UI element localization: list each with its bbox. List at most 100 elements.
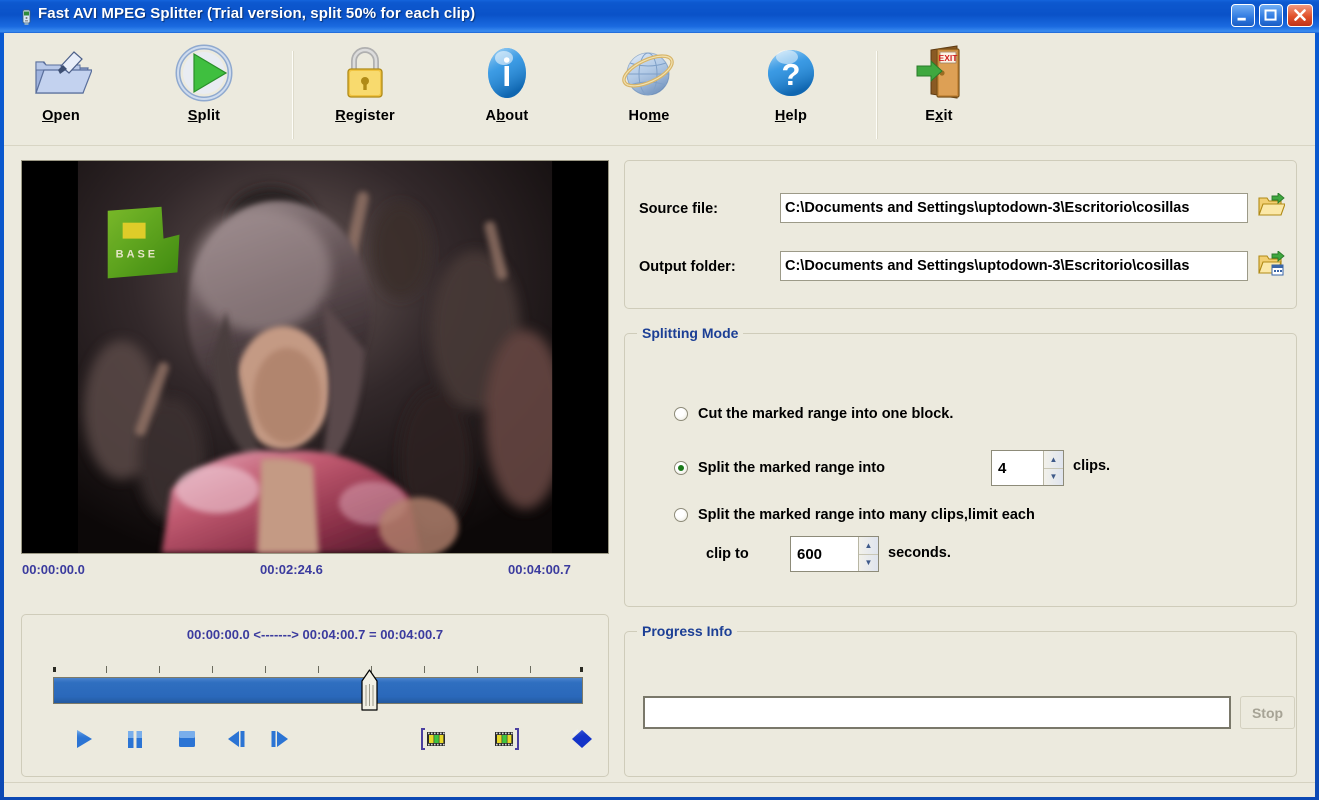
clips-count-stepper[interactable]: ▲ ▼ xyxy=(991,450,1064,486)
slider-track[interactable] xyxy=(53,677,583,704)
stop-button[interactable]: Stop xyxy=(1240,696,1295,729)
minimize-button[interactable] xyxy=(1231,4,1255,27)
radio-row-one-block[interactable]: Cut the marked range into one block. xyxy=(674,406,953,422)
toolbar-separator-1 xyxy=(292,51,294,139)
open-folder-calendar-icon xyxy=(1257,249,1285,282)
browse-source-button[interactable] xyxy=(1255,191,1287,224)
toolbar-label-split: Split xyxy=(187,108,221,124)
radio-label-by-seconds: Split the marked range into many clips,l… xyxy=(698,507,1035,523)
radio-one-block[interactable] xyxy=(674,407,688,421)
splitting-mode-group: Splitting Mode Cut the marked range into… xyxy=(624,325,1297,607)
source-file-label: Source file: xyxy=(639,201,718,217)
files-group: Source file: Output folder: xyxy=(624,160,1297,309)
title-bar: Fast AVI MPEG Splitter (Trial version, s… xyxy=(0,0,1319,33)
video-frame: BASE xyxy=(22,161,608,553)
toolbar-button-about[interactable]: About xyxy=(459,40,555,142)
radio-row-by-seconds[interactable]: Split the marked range into many clips,l… xyxy=(674,507,1035,523)
close-button[interactable] xyxy=(1287,4,1313,27)
video-time-end: 00:04:00.7 xyxy=(508,562,571,577)
toolbar: Open Split Register About Home ? Help EX… xyxy=(4,33,1315,146)
radio-label-one-block: Cut the marked range into one block. xyxy=(698,406,954,422)
svg-text:EXIT: EXIT xyxy=(939,53,959,63)
clips-count-increment[interactable]: ▲ xyxy=(1044,451,1063,469)
clips-count-input[interactable] xyxy=(992,451,1043,485)
slider-thumb[interactable] xyxy=(361,669,378,711)
radio-label-n-clips: Split the marked range into xyxy=(698,460,885,476)
clip-to-label: clip to xyxy=(706,546,749,562)
toolbar-button-open[interactable]: Open xyxy=(13,40,109,142)
open-folder-icon xyxy=(1257,191,1286,224)
clips-count-decrement[interactable]: ▼ xyxy=(1044,469,1063,486)
progress-info-title: Progress Info xyxy=(637,623,738,639)
radio-by-seconds[interactable] xyxy=(674,508,688,522)
play-icon xyxy=(73,728,95,755)
application-window: Fast AVI MPEG Splitter (Trial version, s… xyxy=(0,0,1319,800)
padlock-icon xyxy=(317,40,413,106)
timeline-slider[interactable] xyxy=(53,664,583,714)
svg-text:BASE: BASE xyxy=(116,249,158,261)
clips-suffix-label: clips. xyxy=(1073,458,1111,474)
trim-panel: 00:00:00.0 <-------> 00:04:00.7 = 00:04:… xyxy=(21,614,609,777)
clear-marks-button[interactable] xyxy=(566,725,598,757)
toolbar-label-help: Help xyxy=(774,108,808,124)
globe-icon xyxy=(601,40,697,106)
pause-button[interactable] xyxy=(119,725,151,757)
seconds-suffix-label: seconds. xyxy=(888,545,951,561)
video-time-current: 00:02:24.6 xyxy=(260,562,323,577)
play-circle-icon xyxy=(156,40,252,106)
previous-frame-icon xyxy=(225,728,247,755)
window-title: Fast AVI MPEG Splitter (Trial version, s… xyxy=(38,5,476,22)
source-file-input[interactable] xyxy=(780,193,1248,223)
seconds-limit-increment[interactable]: ▲ xyxy=(859,537,878,555)
mark-start-icon xyxy=(421,727,447,756)
svg-text:?: ? xyxy=(782,57,801,92)
pause-icon xyxy=(124,728,146,755)
toolbar-label-open: Open xyxy=(42,108,80,124)
question-mark-icon: ? xyxy=(743,40,839,106)
exit-door-icon: EXIT xyxy=(891,40,987,106)
clips-count-spin-buttons: ▲ ▼ xyxy=(1043,451,1063,485)
previous-frame-button[interactable] xyxy=(220,725,252,757)
toolbar-button-register[interactable]: Register xyxy=(317,40,413,142)
radio-n-clips[interactable] xyxy=(674,461,688,475)
slider-tick-marks xyxy=(53,664,583,674)
play-button[interactable] xyxy=(68,725,100,757)
toolbar-button-exit[interactable]: EXIT Exit xyxy=(891,40,987,142)
output-folder-label: Output folder: xyxy=(639,259,736,275)
seconds-limit-spin-buttons: ▲ ▼ xyxy=(858,537,878,571)
splitting-mode-title: Splitting Mode xyxy=(637,325,744,341)
toolbar-button-split[interactable]: Split xyxy=(156,40,252,142)
client-area: Open Split Register About Home ? Help EX… xyxy=(4,33,1315,797)
next-frame-button[interactable] xyxy=(264,725,296,757)
blue-diamond-icon xyxy=(569,727,595,756)
seconds-limit-input[interactable] xyxy=(791,537,858,571)
toolbar-label-exit: Exit xyxy=(925,108,953,124)
toolbar-separator-2 xyxy=(876,51,878,139)
output-folder-input[interactable] xyxy=(780,251,1248,281)
seconds-limit-decrement[interactable]: ▼ xyxy=(859,555,878,572)
mark-start-button[interactable] xyxy=(418,725,450,757)
progress-info-group: Progress Info Stop xyxy=(624,623,1297,777)
toolbar-button-home[interactable]: Home xyxy=(601,40,697,142)
video-time-start: 00:00:00.0 xyxy=(22,562,85,577)
video-preview[interactable]: BASE xyxy=(21,160,609,554)
browse-output-button[interactable] xyxy=(1255,249,1287,282)
selected-range-label: 00:00:00.0 <-------> 00:04:00.7 = 00:04:… xyxy=(186,627,444,642)
maximize-button[interactable] xyxy=(1259,4,1283,27)
stop-button-playback[interactable] xyxy=(171,725,203,757)
mark-end-button[interactable] xyxy=(490,725,522,757)
toolbar-button-help[interactable]: ? Help xyxy=(743,40,839,142)
app-icon xyxy=(18,9,35,26)
toolbar-label-about: About xyxy=(485,108,529,124)
status-bar xyxy=(4,782,1315,797)
next-frame-icon xyxy=(269,728,291,755)
open-folder-icon xyxy=(13,40,109,106)
info-icon xyxy=(459,40,555,106)
stop-icon xyxy=(176,728,198,755)
mark-end-icon xyxy=(493,727,519,756)
seconds-limit-stepper[interactable]: ▲ ▼ xyxy=(790,536,879,572)
radio-row-n-clips[interactable]: Split the marked range into xyxy=(674,460,885,476)
progress-bar xyxy=(643,696,1231,729)
toolbar-label-home: Home xyxy=(628,108,670,124)
playback-controls xyxy=(68,725,598,765)
